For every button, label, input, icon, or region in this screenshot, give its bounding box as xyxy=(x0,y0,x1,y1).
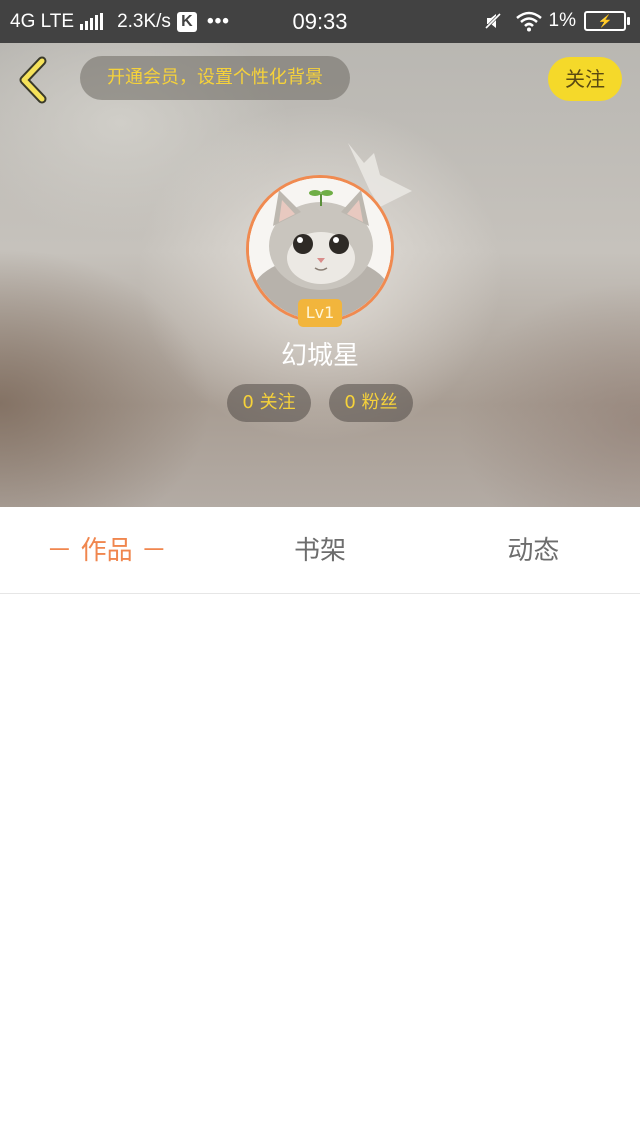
profile-tabs: － 作品 － 书架 动态 xyxy=(0,507,640,594)
status-bar: 4G LTE 2.3K/s K ••• 09:33 1% ⚡ xyxy=(0,0,640,43)
tab-bookshelf[interactable]: 书架 xyxy=(213,507,426,593)
vibrate-off-icon xyxy=(484,12,501,30)
wifi-icon xyxy=(515,11,542,32)
battery-icon: ⚡ xyxy=(584,11,630,31)
chevron-left-icon xyxy=(19,56,47,104)
tab-works[interactable]: － 作品 － xyxy=(0,507,213,593)
tab-content-area xyxy=(0,594,640,1138)
username: 幻城星 xyxy=(280,341,359,371)
follow-button[interactable]: 关注 xyxy=(548,57,622,101)
vip-background-banner[interactable]: 开通会员，设置个性化背景 xyxy=(80,56,350,100)
tab-activity[interactable]: 动态 xyxy=(427,507,640,593)
battery-percent: 1% xyxy=(548,10,576,31)
followers-count[interactable]: 0 粉丝 xyxy=(329,384,413,422)
status-right: 1% ⚡ xyxy=(483,10,630,32)
following-count[interactable]: 0 关注 xyxy=(227,384,311,422)
profile-header: 开通会员，设置个性化背景 关注 Lv1 幻城星 0 关注 0 粉丝 xyxy=(0,43,640,507)
back-button[interactable] xyxy=(14,55,54,105)
level-badge: Lv1 xyxy=(298,299,342,327)
